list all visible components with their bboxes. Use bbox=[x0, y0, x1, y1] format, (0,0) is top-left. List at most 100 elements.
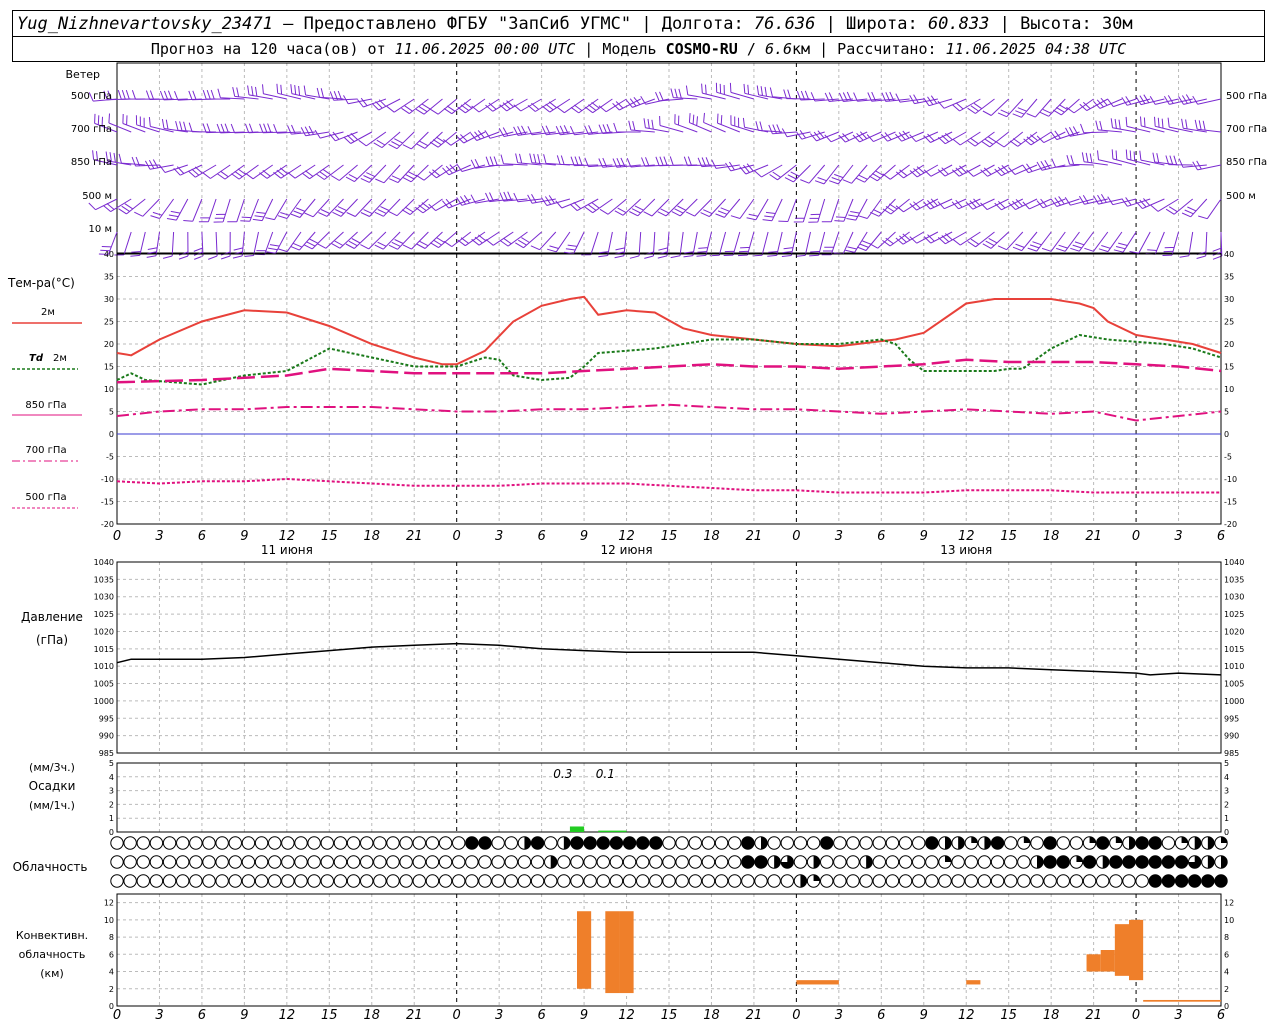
temp-ytick-left: 15 bbox=[104, 363, 114, 372]
temp-xtick: 0 bbox=[792, 529, 800, 544]
wind-barb bbox=[301, 164, 330, 180]
cloud-symbol bbox=[767, 836, 781, 850]
cloud-panel bbox=[110, 836, 1228, 888]
cloud-symbol-fill bbox=[1023, 836, 1031, 843]
wind-barb bbox=[290, 84, 316, 100]
cloud-symbol bbox=[741, 874, 755, 888]
wind-barb bbox=[345, 231, 373, 249]
cloud-symbol bbox=[1109, 855, 1123, 869]
cloud-symbol bbox=[990, 836, 1005, 850]
temp-xtick: 9 bbox=[240, 529, 248, 544]
conv-bar bbox=[1086, 954, 1101, 972]
cloud-symbol-fill bbox=[1207, 855, 1215, 869]
conv-xtick: 15 bbox=[321, 1008, 338, 1023]
cloud-symbol bbox=[465, 855, 479, 869]
cloud-symbol bbox=[478, 874, 492, 888]
cloud-symbol bbox=[333, 855, 348, 869]
cloud-symbol bbox=[1004, 836, 1018, 850]
cloud-symbol bbox=[636, 874, 650, 888]
wind-barb bbox=[1064, 197, 1094, 206]
cloud-symbol bbox=[622, 836, 637, 850]
wind-barb bbox=[800, 164, 826, 184]
precip-bar bbox=[569, 826, 585, 832]
conv-ytick-right: 4 bbox=[1224, 968, 1229, 977]
cloud-symbol bbox=[386, 855, 400, 869]
wind-barb bbox=[643, 198, 670, 217]
conv-bar bbox=[619, 911, 634, 994]
wind-barb bbox=[1162, 231, 1179, 256]
wind-barb bbox=[895, 231, 925, 245]
cloud-symbol bbox=[320, 874, 334, 888]
wind-barb bbox=[331, 231, 358, 249]
cloud-symbol bbox=[570, 836, 584, 850]
wind-barb bbox=[1129, 231, 1151, 254]
cloud-symbol bbox=[833, 836, 847, 850]
cloud-symbol bbox=[136, 836, 150, 850]
wind-level-700hpa: 700 гПа bbox=[71, 124, 112, 135]
cloud-symbol-fill bbox=[1221, 855, 1228, 869]
wind-barb bbox=[346, 198, 373, 217]
temp-xtick: 18 bbox=[363, 529, 380, 544]
conv-bar bbox=[605, 911, 620, 994]
temp-ytick-left: 30 bbox=[104, 295, 114, 304]
wind-barb bbox=[570, 98, 599, 114]
cloud-symbol bbox=[1030, 874, 1044, 888]
cloud-symbol bbox=[189, 855, 203, 869]
press-ytick-left: 1010 bbox=[94, 662, 114, 671]
cloud-symbol-fill bbox=[761, 836, 768, 850]
wind-barb bbox=[316, 164, 344, 180]
precipitation-panel: 0 0 1 1 2 2 3 3 4 4 5 5 0.3 0.1 bbox=[109, 759, 1229, 837]
wind-barb bbox=[265, 198, 288, 221]
wind-barb bbox=[1192, 160, 1222, 171]
cloud-symbol-fill bbox=[550, 855, 557, 869]
wind-barb bbox=[543, 154, 570, 166]
conv-ytick-right: 2 bbox=[1224, 985, 1229, 994]
wind-barb bbox=[1140, 116, 1165, 133]
wind-barb bbox=[1113, 231, 1137, 253]
cloud-symbol bbox=[162, 855, 177, 869]
cloud-symbol bbox=[123, 874, 137, 888]
cloud-symbol bbox=[872, 836, 886, 850]
wind-barb bbox=[456, 195, 486, 206]
wind-level-right: 500 м bbox=[1226, 191, 1256, 202]
cloud-symbol bbox=[452, 874, 466, 888]
wind-barb bbox=[1027, 231, 1052, 252]
pressure-panel: 985 985 990 990 995 995 1000 1000 1005 1005 1010 10… bbox=[94, 558, 1245, 758]
press-ytick-right: 1010 bbox=[1224, 662, 1244, 671]
wind-barb bbox=[655, 156, 684, 167]
cloud-symbol bbox=[885, 874, 900, 888]
cloud-symbol bbox=[491, 855, 505, 869]
cloud-symbol bbox=[938, 874, 952, 888]
wind-barb bbox=[118, 198, 146, 215]
wind-barb bbox=[117, 89, 146, 100]
wind-barb bbox=[386, 98, 415, 113]
cloud-symbol bbox=[438, 874, 453, 888]
wind-barb bbox=[882, 231, 910, 247]
conv-bar bbox=[577, 911, 592, 989]
cloud-symbol bbox=[609, 874, 624, 888]
wind-barb bbox=[175, 120, 202, 133]
conv-xtick: 3 bbox=[155, 1008, 163, 1023]
cloud-symbol bbox=[912, 836, 926, 850]
wind-barb bbox=[701, 83, 726, 100]
wind-barb bbox=[220, 231, 231, 260]
temp-ytick-right: -10 bbox=[1224, 475, 1237, 484]
precip-ytick-right: 4 bbox=[1224, 773, 1229, 782]
cloud-symbol bbox=[307, 855, 321, 869]
cloud-symbol bbox=[925, 874, 939, 888]
cloud-symbol bbox=[228, 874, 242, 888]
cloud-symbol bbox=[425, 874, 440, 888]
press-ytick-right: 1020 bbox=[1224, 627, 1244, 636]
wind-barb bbox=[1212, 231, 1223, 260]
press-ytick-left: 995 bbox=[99, 714, 114, 723]
cloud-symbol bbox=[268, 836, 282, 850]
cloud-symbol bbox=[820, 836, 834, 850]
cloud-symbol bbox=[1161, 855, 1176, 869]
cloud-symbol-fill bbox=[1221, 836, 1228, 843]
cloud-symbol bbox=[123, 855, 137, 869]
cloud-symbol bbox=[622, 874, 637, 888]
cloud-symbol bbox=[846, 836, 860, 850]
cloud-symbol bbox=[662, 855, 676, 869]
cloud-symbol bbox=[872, 874, 886, 888]
temp-ytick-right: -5 bbox=[1224, 453, 1232, 462]
